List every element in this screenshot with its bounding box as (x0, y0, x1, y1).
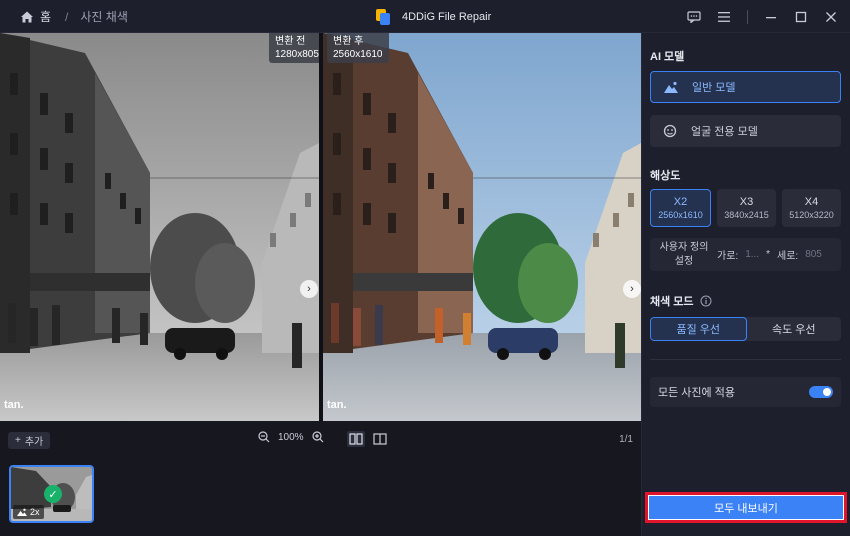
info-icon[interactable] (700, 295, 712, 307)
resolution-x4[interactable]: X4 5120x3220 (782, 189, 841, 227)
plus-icon: + (15, 435, 21, 446)
width-input[interactable]: 1... (745, 249, 759, 260)
thumbnail-strip: ✓ 2x (0, 459, 641, 536)
check-icon: ✓ (44, 485, 62, 503)
ai-model-title: AI 모델 (650, 51, 685, 63)
feedback-icon[interactable] (681, 5, 707, 29)
scale-badge: 2x (13, 505, 44, 519)
zoom-control: 100% (258, 431, 324, 443)
speed-priority-button[interactable]: 속도 우선 (747, 317, 842, 341)
preview-toolbar: + 추가 100% 1/1 (0, 421, 641, 459)
maximize-icon[interactable] (788, 5, 814, 29)
after-image[interactable]: 변환 후 2560x1610 tan. › (323, 33, 641, 421)
chevron-right-icon[interactable]: › (300, 280, 318, 298)
watermark-text: tan. (327, 399, 347, 411)
custom-resolution[interactable]: 사용자 정의 설정 가로: 1... * 세로: 805 (650, 238, 841, 271)
after-label: 변환 후 2560x1610 (327, 33, 389, 63)
export-all-button[interactable]: 모두 내보내기 (648, 495, 844, 520)
title-bar: 홈 / 사진 채색 4DDiG File Repair (0, 0, 850, 33)
app-name: 4DDiG File Repair (402, 10, 492, 23)
section-divider (650, 359, 841, 360)
custom-resolution-label: 사용자 정의 설정 (659, 241, 709, 267)
app-logo-icon (376, 8, 390, 25)
window-controls (681, 0, 844, 33)
times-sign: * (766, 249, 770, 260)
app-title: 4DDiG File Repair (376, 0, 491, 33)
zoom-in-icon[interactable] (311, 431, 324, 443)
breadcrumb: 홈 / 사진 채색 (20, 0, 128, 33)
width-label: 가로: (717, 251, 739, 262)
add-button[interactable]: + 추가 (8, 432, 51, 449)
general-model-button[interactable]: 일반 모델 (650, 71, 841, 103)
height-input[interactable]: 805 (805, 249, 822, 260)
watermark-text: tan. (4, 399, 24, 411)
color-mode-title: 채색 모드 (650, 293, 712, 309)
after-photo (323, 33, 641, 421)
before-label: 변환 전 1280x805 (269, 33, 319, 63)
color-mode-options: 품질 우선 속도 우선 (650, 317, 841, 341)
chevron-right-icon[interactable]: › (623, 280, 641, 298)
height-label: 세로: (777, 251, 799, 262)
minimize-icon[interactable] (758, 5, 784, 29)
view-toggle (347, 431, 389, 447)
before-photo (0, 33, 319, 421)
before-image[interactable]: 변환 전 1280x805 tan. › (0, 33, 319, 421)
home-link[interactable]: 홈 (40, 8, 51, 25)
apply-all-toggle[interactable] (809, 386, 833, 398)
side-by-side-view-icon[interactable] (347, 431, 365, 447)
add-label: 추가 (24, 437, 44, 448)
photo-thumbnail[interactable]: ✓ 2x (9, 465, 94, 523)
breadcrumb-separator: / (65, 9, 69, 24)
landscape-icon (664, 81, 678, 93)
close-icon[interactable] (818, 5, 844, 29)
resolution-options: X2 2560x1610 X3 3840x2415 X4 5120x3220 (650, 189, 841, 227)
zoom-out-icon[interactable] (258, 431, 270, 443)
menu-icon[interactable] (711, 5, 737, 29)
face-icon (663, 124, 677, 138)
zoom-level: 100% (278, 431, 304, 443)
image-icon (17, 508, 27, 516)
export-highlight: 모두 내보내기 (645, 492, 847, 523)
split-view-icon[interactable] (371, 431, 389, 447)
resolution-x3[interactable]: X3 3840x2415 (717, 189, 776, 227)
title-divider (747, 9, 748, 24)
breadcrumb-current: 사진 채색 (80, 10, 128, 24)
quality-priority-button[interactable]: 품질 우선 (650, 317, 747, 341)
page-indicator: 1/1 (619, 434, 633, 445)
apply-all-label: 모든 사진에 적용 (658, 387, 735, 399)
home-icon[interactable] (20, 10, 34, 24)
app-window: 홈 / 사진 채색 4DDiG File Repair 변환 전 1280x80… (0, 0, 850, 536)
apply-all-row: 모든 사진에 적용 (650, 377, 841, 407)
resolution-x2[interactable]: X2 2560x1610 (650, 189, 711, 227)
resolution-title: 해상도 (650, 170, 681, 182)
settings-panel: AI 모델 일반 모델 얼굴 전용 모델 해상도 X2 2560x1610 X3… (641, 33, 850, 536)
preview-area: 변환 전 1280x805 tan. › 변환 후 2560x1610 tan.… (0, 33, 641, 421)
face-model-button[interactable]: 얼굴 전용 모델 (650, 115, 841, 147)
